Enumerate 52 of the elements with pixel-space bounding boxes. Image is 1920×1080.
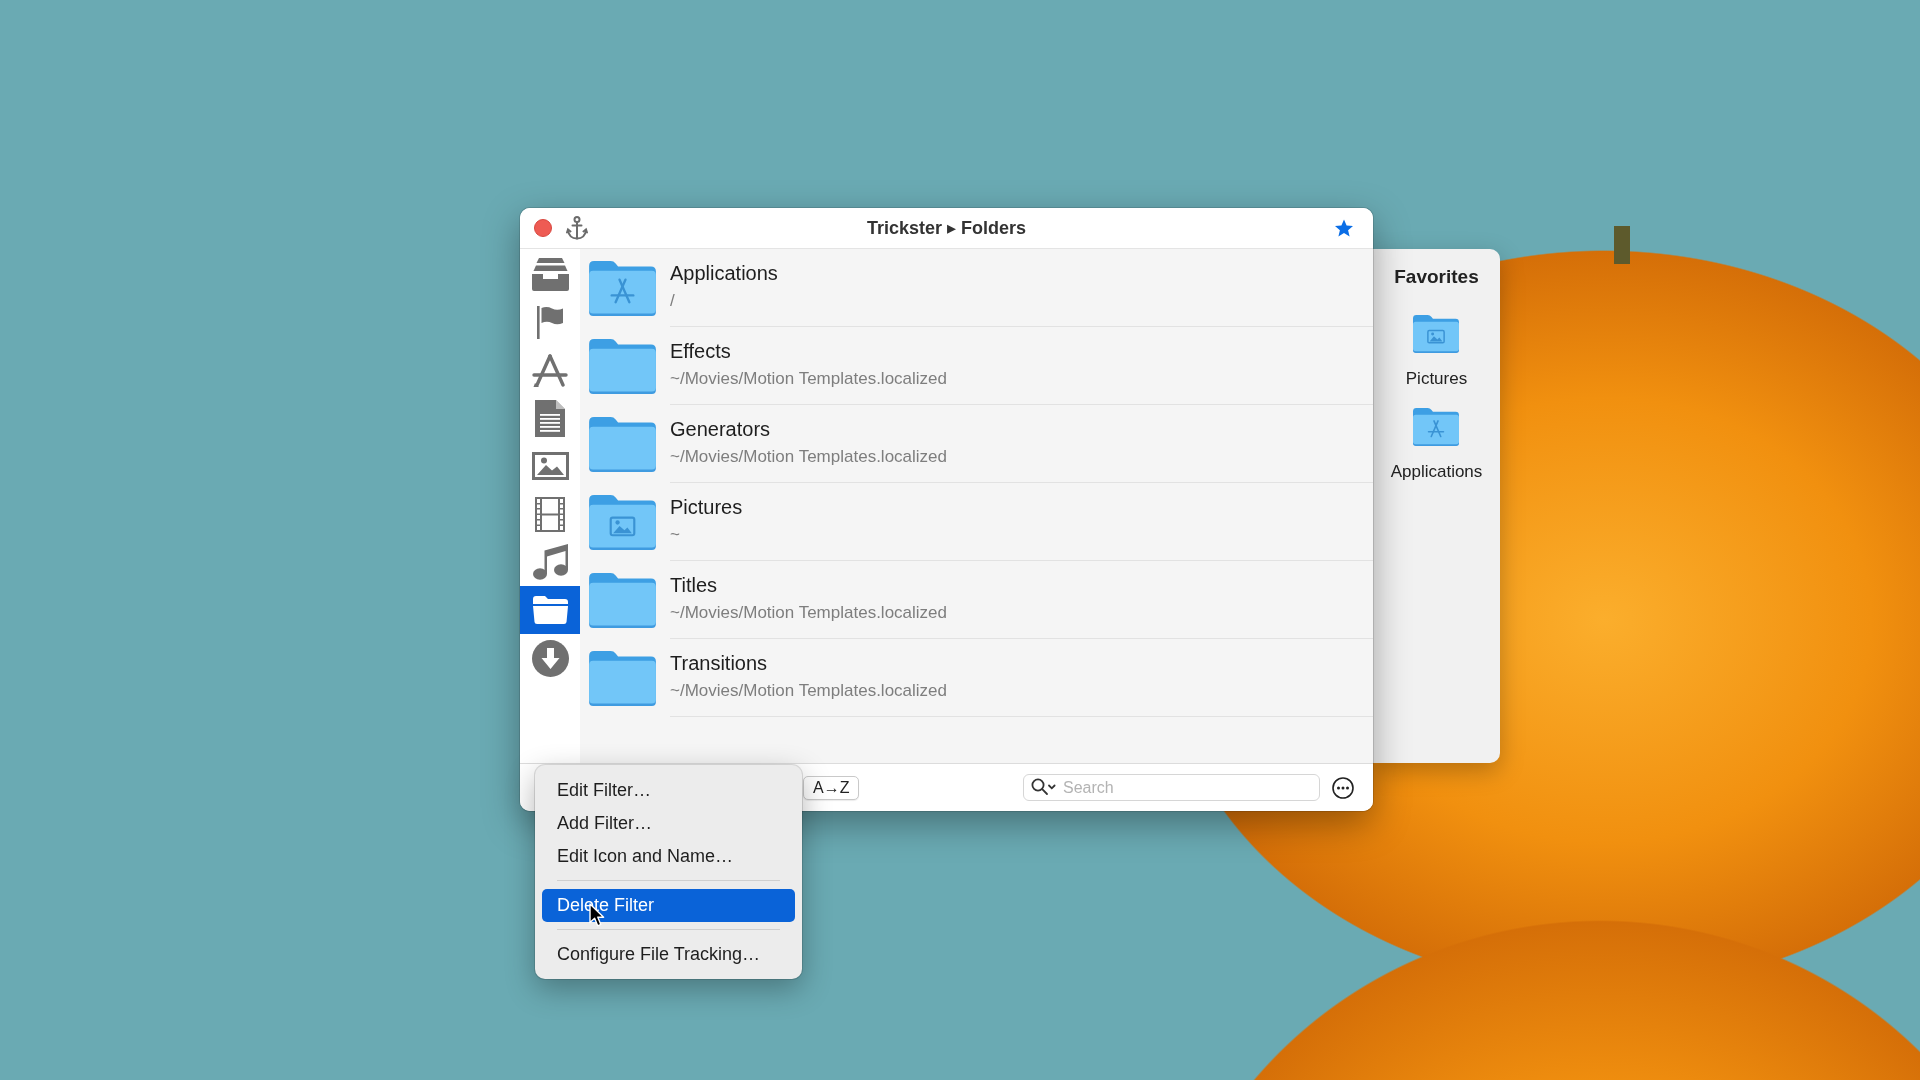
folder-icon xyxy=(589,572,656,628)
folder-icon xyxy=(589,260,656,316)
search-field[interactable]: Search xyxy=(1023,774,1320,801)
folder-path: ~/Movies/Motion Templates.localized xyxy=(670,369,947,389)
menu-item[interactable]: Edit Icon and Name… xyxy=(542,840,795,873)
folder-icon[interactable] xyxy=(1413,408,1460,446)
folder-row[interactable]: Generators ~/Movies/Motion Templates.localized xyxy=(580,405,1373,483)
menu-item[interactable]: Edit Filter… xyxy=(542,774,795,807)
anchor-icon[interactable] xyxy=(566,216,588,240)
folder-icon xyxy=(532,596,568,624)
folder-path: / xyxy=(670,291,675,311)
film-icon xyxy=(535,496,565,532)
menu-item[interactable]: Delete Filter xyxy=(542,889,795,922)
folder-name: Transitions xyxy=(670,651,768,675)
document-icon xyxy=(535,399,565,437)
folder-path: ~/Movies/Motion Templates.localized xyxy=(670,447,947,467)
folder-row[interactable]: Effects ~/Movies/Motion Templates.localized xyxy=(580,327,1373,405)
folder-icon xyxy=(589,494,656,550)
flag-icon xyxy=(536,305,564,339)
menu-item[interactable]: Configure File Tracking… xyxy=(542,938,795,971)
folder-icon xyxy=(589,416,656,472)
a-shape-icon xyxy=(532,353,568,387)
window-title: Trickster ▸ Folders xyxy=(866,217,1027,239)
menu-item[interactable]: Add Filter… xyxy=(542,807,795,840)
music-note-icon xyxy=(532,544,568,580)
folder-path: ~/Movies/Motion Templates.localized xyxy=(670,681,947,701)
more-icon[interactable] xyxy=(1332,776,1354,799)
folder-name: Applications xyxy=(670,261,778,285)
folder-path: ~ xyxy=(670,525,680,545)
folder-icon[interactable] xyxy=(1413,315,1460,353)
folder-name: Generators xyxy=(670,417,771,441)
folder-row[interactable]: Transitions ~/Movies/Motion Templates.localized xyxy=(580,639,1373,717)
sort-button[interactable]: A→Z xyxy=(803,775,860,800)
folder-name: Titles xyxy=(670,573,718,597)
folder-icon xyxy=(589,650,656,706)
sidebar-button[interactable] xyxy=(520,586,580,634)
favorite-label[interactable]: Pictures xyxy=(1405,369,1468,389)
folder-row[interactable]: Applications / xyxy=(580,249,1373,327)
image-icon xyxy=(531,452,569,480)
folder-icon xyxy=(589,338,656,394)
folder-path: ~/Movies/Motion Templates.localized xyxy=(670,603,947,623)
star-icon[interactable] xyxy=(1334,219,1354,237)
download-icon xyxy=(531,639,569,677)
folder-row[interactable]: Pictures ~ xyxy=(580,483,1373,561)
search-icon[interactable] xyxy=(1031,778,1056,796)
folder-name: Effects xyxy=(670,339,731,363)
tray-icon xyxy=(531,257,569,291)
folder-row[interactable]: Titles ~/Movies/Motion Templates.localized xyxy=(580,561,1373,639)
favorites-heading: Favorites xyxy=(1394,265,1479,289)
folder-name: Pictures xyxy=(670,495,743,519)
favorite-label[interactable]: Applications xyxy=(1390,462,1483,482)
close-button[interactable] xyxy=(534,219,552,237)
